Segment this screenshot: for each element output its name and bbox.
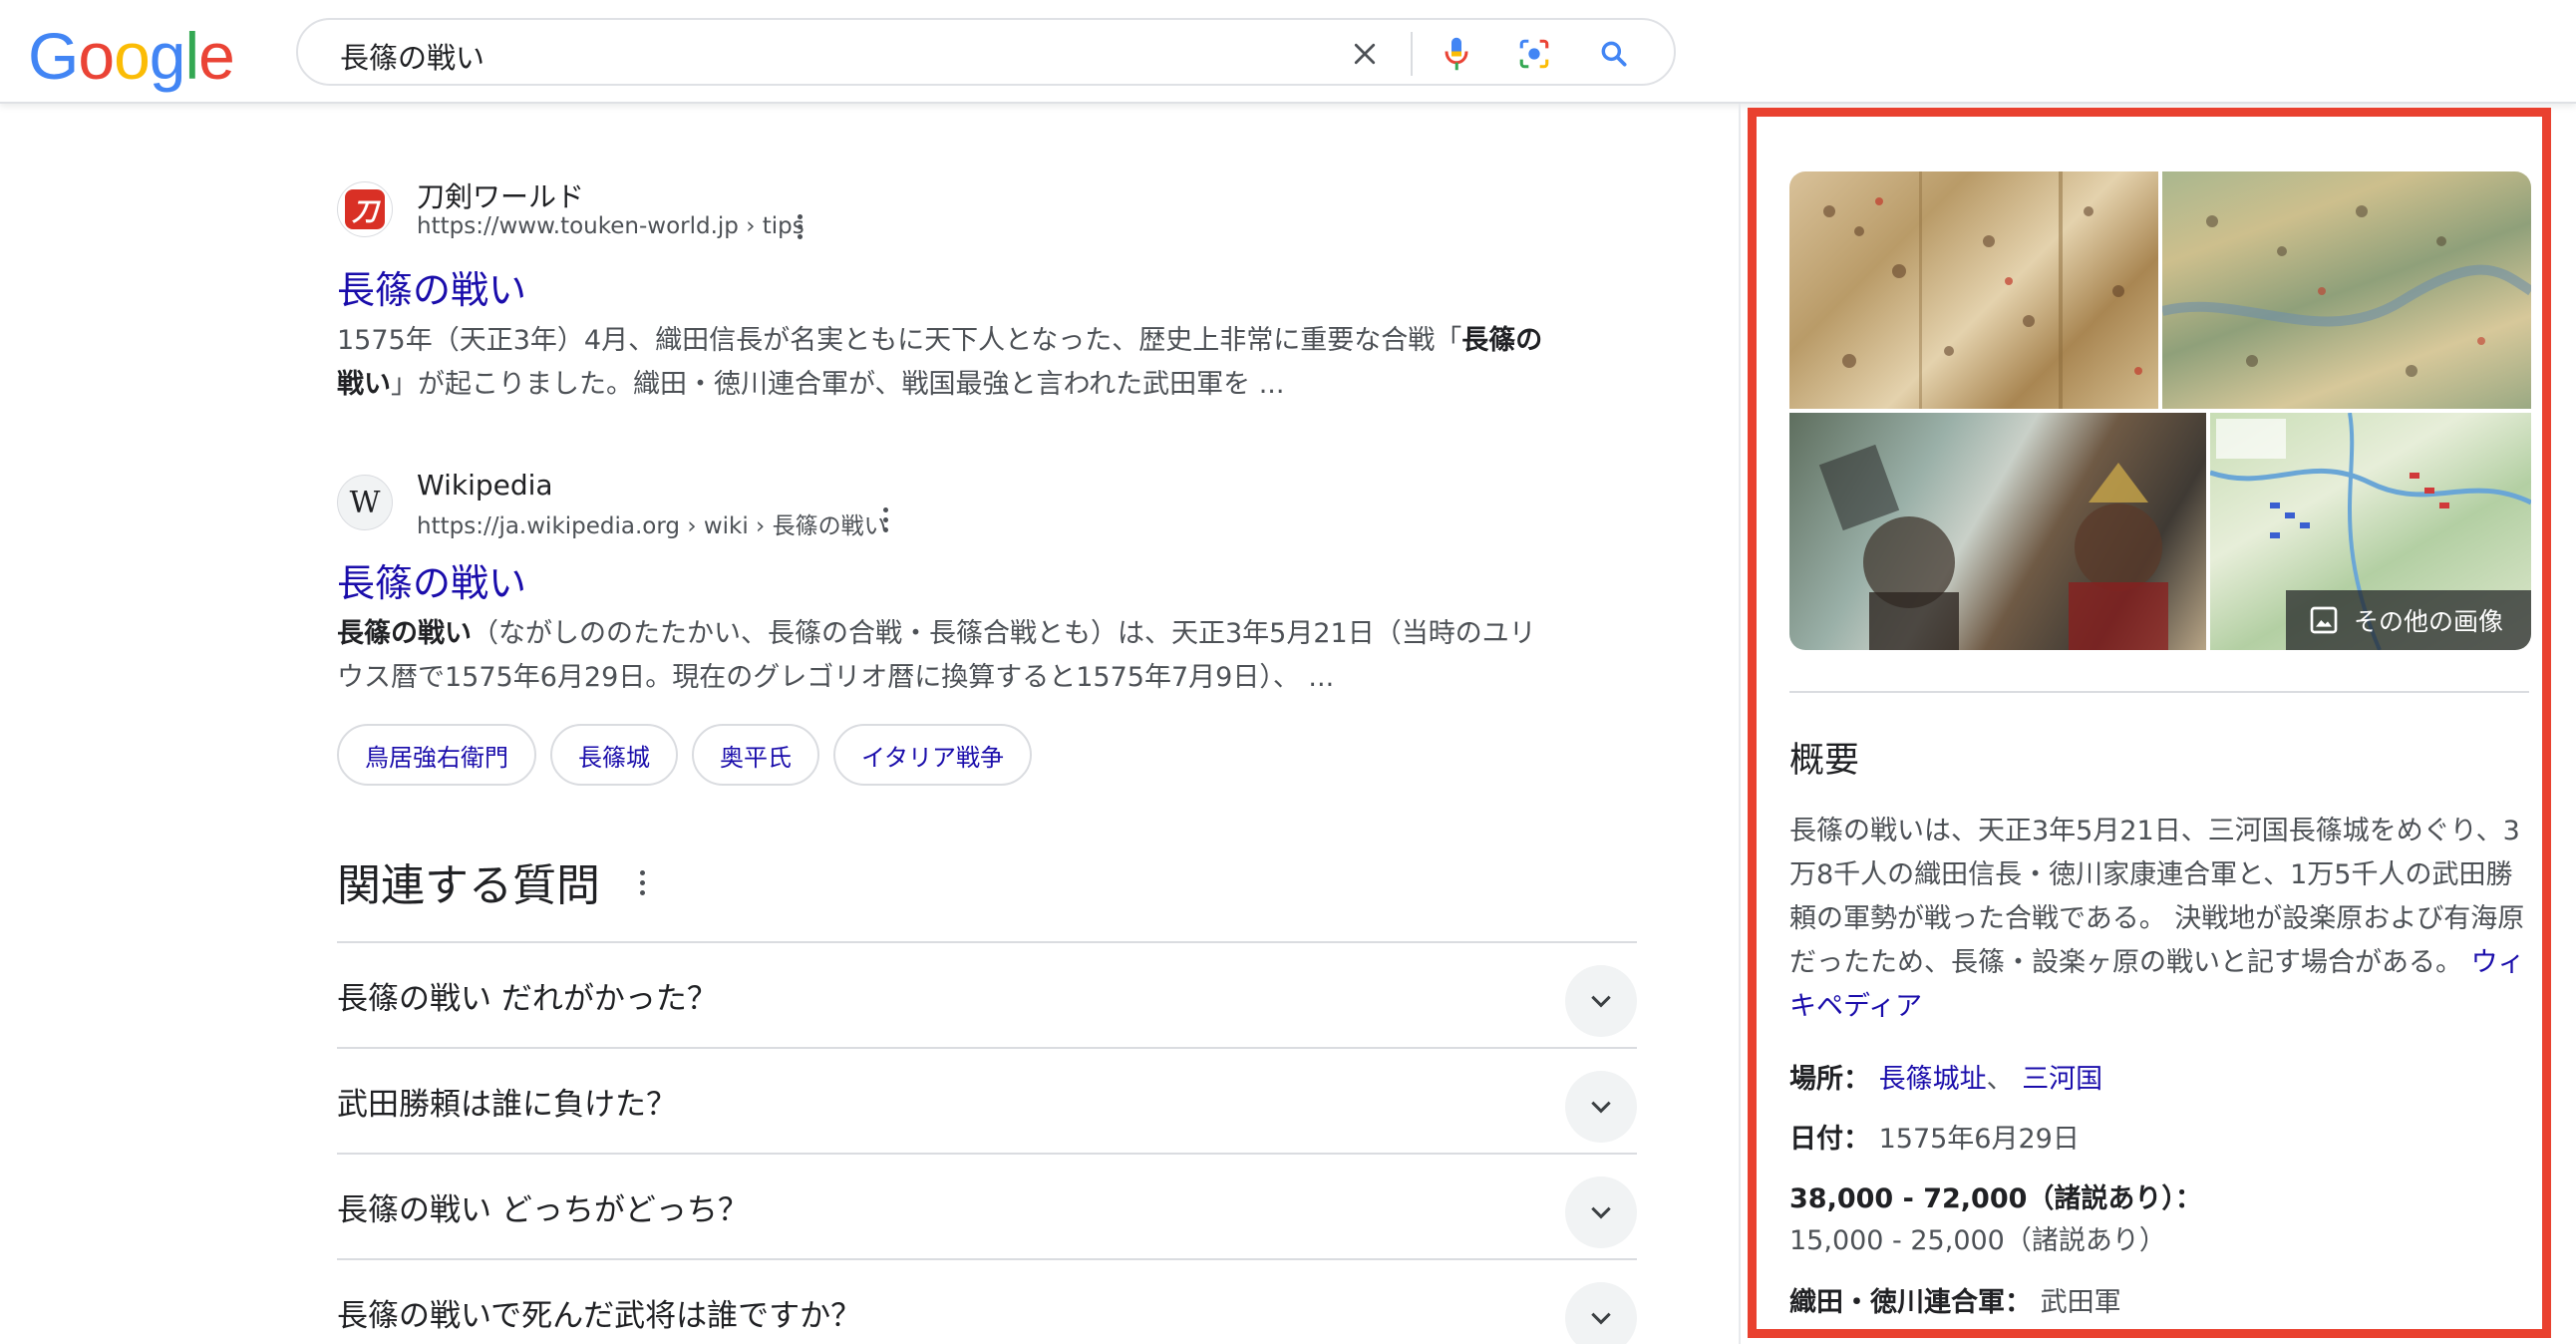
more-options-icon[interactable]	[790, 211, 809, 243]
snippet-text: 」が起こりました。織田・徳川連合軍が、戦国最強と言われた武田軍を ...	[391, 369, 1285, 400]
chevron-down-icon[interactable]	[1565, 965, 1637, 1037]
result-snippet: 長篠の戦い（ながしののたたかい、長篠の合戦・長篠合戦とも）は、天正3年5月21日…	[337, 612, 1553, 700]
related-questions-title: 関連する質問	[337, 860, 600, 911]
more-options-icon[interactable]	[632, 867, 652, 899]
snippet-text: 1575年（天正3年）4月、織田信長が名実ともに天下人となった、歴史上非常に重要…	[337, 325, 1462, 356]
chevron-down-icon[interactable]	[1565, 1282, 1637, 1344]
lens-icon[interactable]	[1512, 32, 1556, 76]
header: Google 長篠の戦い	[0, 0, 2576, 104]
favicon-mark: 刀	[345, 189, 385, 229]
highlight-frame	[1748, 108, 2551, 1338]
site-favicon: 刀	[337, 181, 393, 237]
search-results-page: Google 長篠の戦い 刀 刀剣ワールド https://www.touken…	[0, 0, 2576, 1344]
chip-link[interactable]: 鳥居強右衛門	[337, 724, 536, 786]
site-url[interactable]: https://www.touken-world.jp › tips	[417, 213, 805, 239]
logo-letter: e	[198, 19, 235, 93]
more-options-icon[interactable]	[875, 504, 895, 536]
site-url[interactable]: https://ja.wikipedia.org › wiki › 長篠の戦い	[417, 506, 887, 540]
chip-link[interactable]: 奥平氏	[692, 724, 819, 786]
related-question[interactable]: 武田勝頼は誰に負けた？	[337, 1047, 1637, 1153]
site-favicon: W	[337, 475, 393, 530]
chevron-down-icon[interactable]	[1565, 1176, 1637, 1248]
site-name[interactable]: 刀剣ワールド	[417, 175, 584, 215]
result-title[interactable]: 長篠の戦い	[337, 259, 526, 314]
chevron-down-icon[interactable]	[1565, 1071, 1637, 1143]
logo-letter: o	[78, 19, 115, 93]
logo-letter: l	[184, 19, 200, 93]
search-result: 刀 刀剣ワールド https://www.touken-world.jp › t…	[337, 180, 1542, 421]
microphone-icon[interactable]	[1435, 32, 1478, 76]
question-text: 武田勝頼は誰に負けた？	[337, 1087, 677, 1123]
result-title[interactable]: 長篠の戦い	[337, 552, 526, 607]
chip-link[interactable]: 長篠城	[550, 724, 678, 786]
column-divider	[1739, 104, 1741, 1344]
question-text: 長篠の戦いで死んだ武将は誰ですか？	[337, 1298, 862, 1334]
result-snippet: 1575年（天正3年）4月、織田信長が名実ともに天下人となった、歴史上非常に重要…	[337, 319, 1553, 407]
related-question[interactable]: 長篠の戦いで死んだ武将は誰ですか？	[337, 1258, 1637, 1344]
logo-letter: o	[114, 19, 151, 93]
snippet-text: （ながしののたたかい、長篠の合戦・長篠合戦とも）は、天正3年5月21日（当時のユ…	[337, 618, 1536, 693]
logo-letter: g	[149, 19, 186, 93]
related-question[interactable]: 長篠の戦い だれがかった？	[337, 941, 1637, 1047]
question-text: 長篠の戦い だれがかった？	[337, 981, 718, 1017]
favicon-mark: W	[349, 485, 381, 520]
related-chips: 鳥居強右衛門 長篠城 奥平氏 イタリア戦争	[337, 724, 1033, 786]
search-icon[interactable]	[1592, 32, 1636, 76]
search-input[interactable]: 長篠の戦い	[340, 35, 484, 77]
snippet-highlight: 長篠の戦い	[337, 618, 472, 649]
search-result: W Wikipedia https://ja.wikipedia.org › w…	[337, 469, 1536, 786]
clear-icon[interactable]	[1343, 32, 1387, 76]
search-divider	[1411, 32, 1413, 76]
search-box[interactable]: 長篠の戦い	[296, 18, 1676, 86]
question-text: 長篠の戦い どっちがどっち？	[337, 1192, 749, 1228]
chip-link[interactable]: イタリア戦争	[833, 724, 1033, 786]
related-question[interactable]: 長篠の戦い どっちがどっち？	[337, 1153, 1637, 1258]
logo-letter: G	[28, 19, 79, 93]
site-name[interactable]: Wikipedia	[417, 469, 553, 502]
google-logo[interactable]: Google	[28, 18, 235, 94]
